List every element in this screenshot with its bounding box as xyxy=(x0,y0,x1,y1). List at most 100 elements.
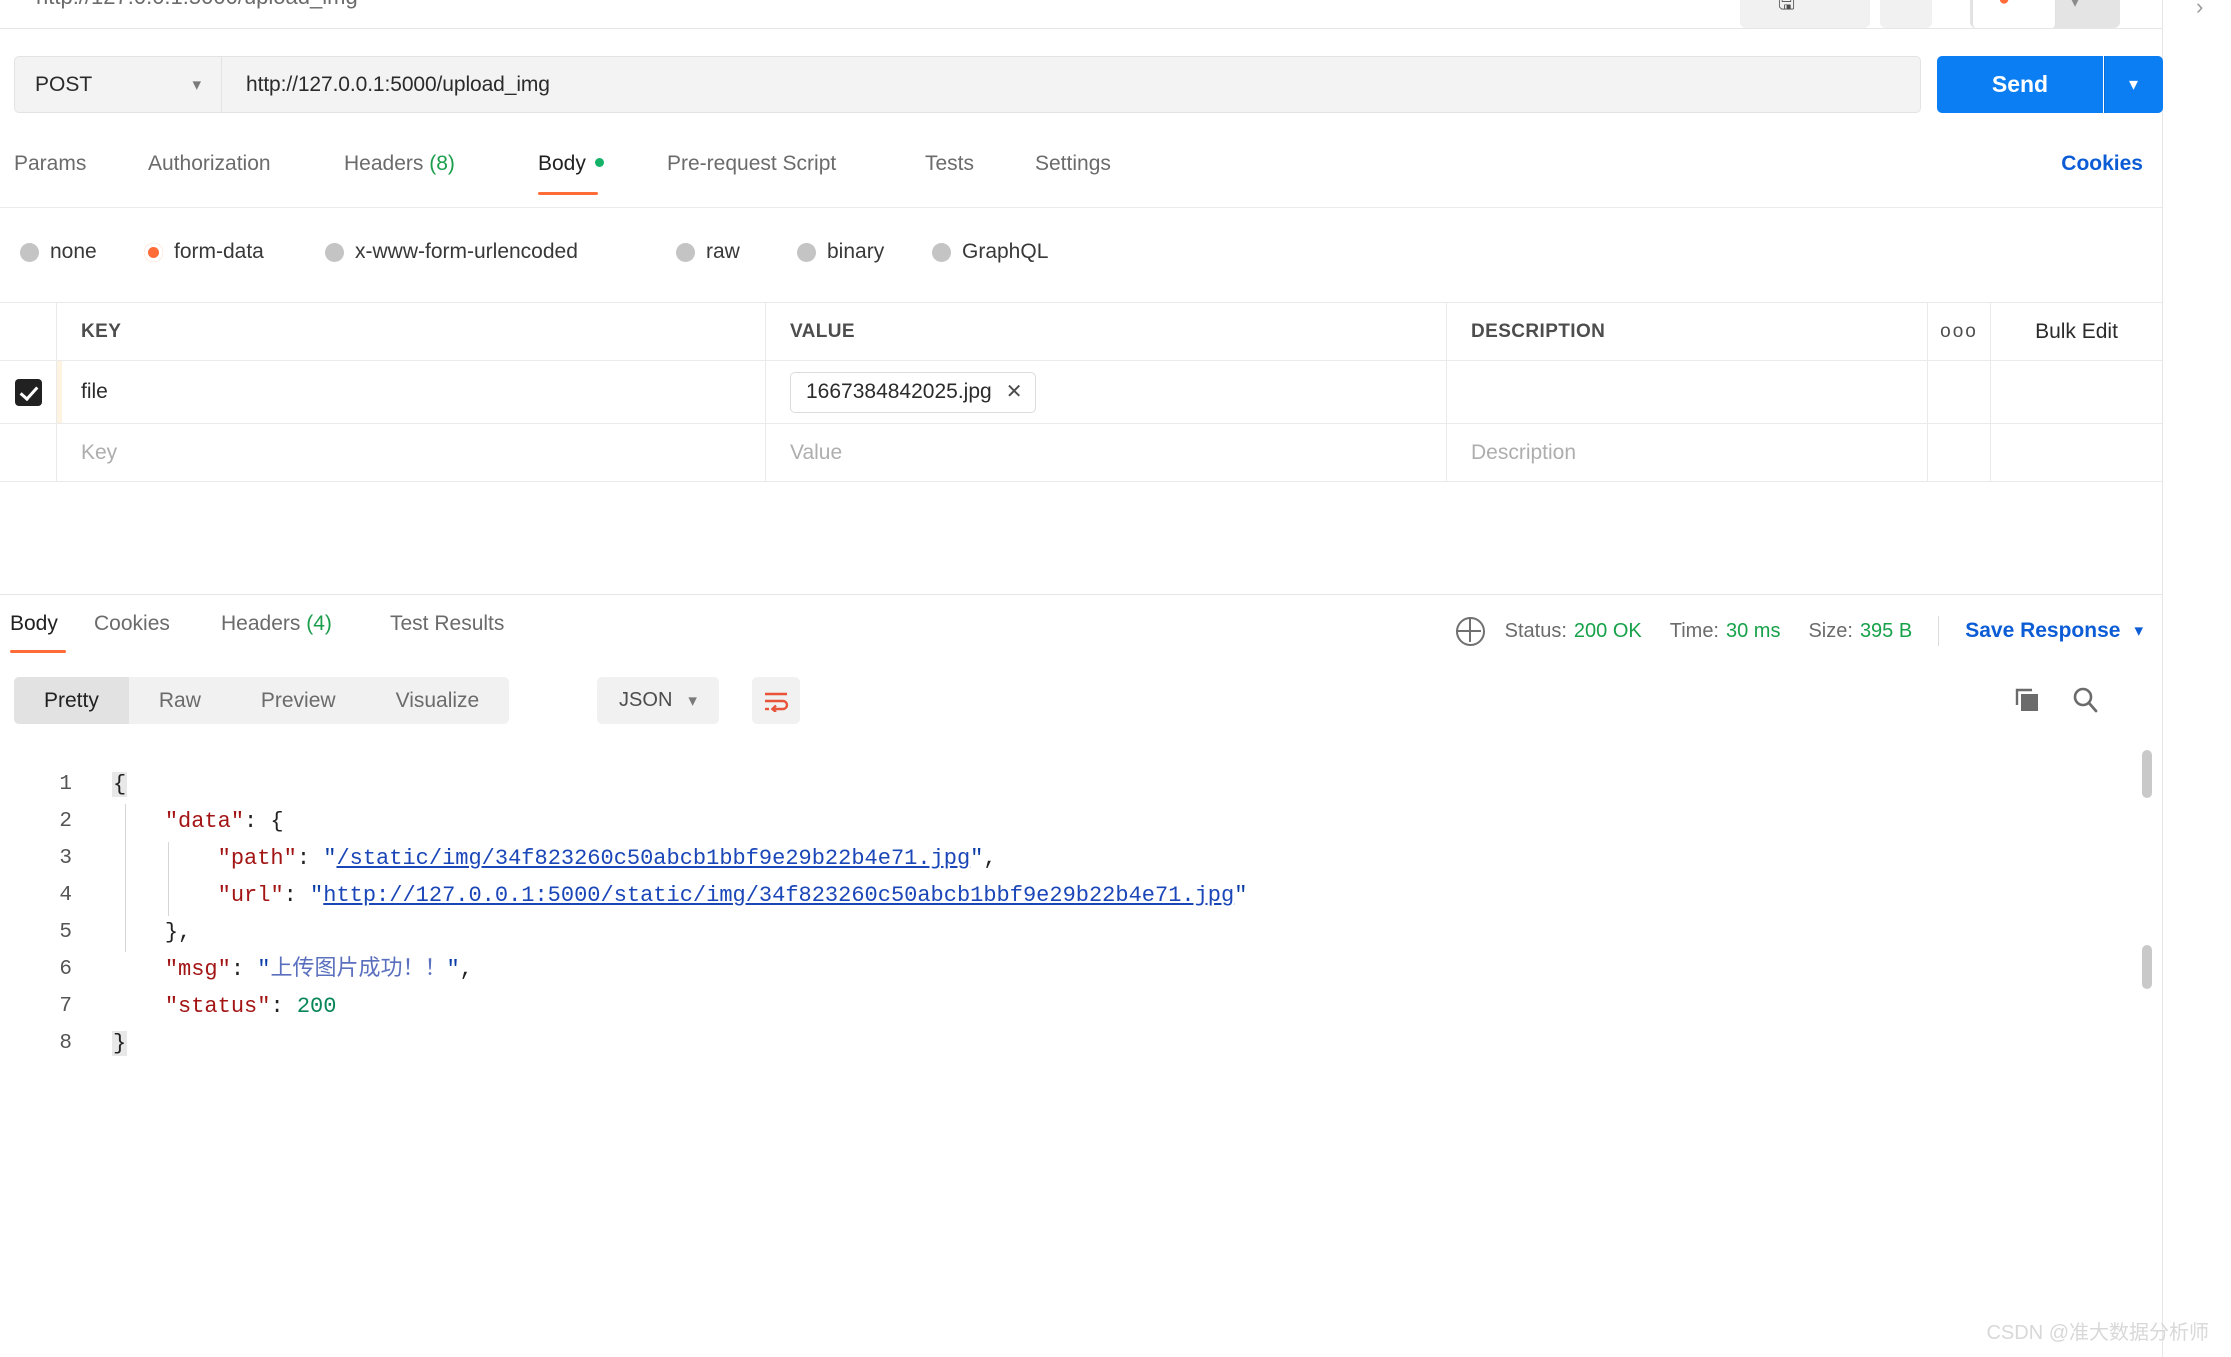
search-response-button[interactable] xyxy=(2070,685,2100,720)
response-format-label: JSON xyxy=(619,689,673,711)
window-top-strip: http://127.0.0.1:5000/upload_img 🖫 ● ▾ xyxy=(0,0,2162,29)
cookies-link[interactable]: Cookies xyxy=(2061,152,2143,176)
json-key-msg: "msg" xyxy=(164,957,231,982)
copy-response-button[interactable] xyxy=(2012,685,2042,720)
code-line-2: "data": { xyxy=(164,809,284,834)
radio-icon xyxy=(932,242,951,262)
new-value-placeholder: Value xyxy=(790,440,843,464)
radio-form-data[interactable]: form-data xyxy=(144,240,264,264)
http-method-label: POST xyxy=(35,72,93,96)
response-status-bar: Status: 200 OK Time: 30 ms Size: 395 B S… xyxy=(1455,616,2143,646)
row-description-input[interactable] xyxy=(1447,361,1928,423)
tab-params[interactable]: Params xyxy=(14,152,86,176)
response-body-viewer[interactable]: 1 2 3 4 5 6 7 8 { "data": { "path": "/st… xyxy=(0,750,2162,1357)
time-label: Time: xyxy=(1669,619,1719,642)
line-number: 7 xyxy=(59,995,72,1018)
json-close-brace[interactable]: } xyxy=(112,1031,128,1056)
new-description-placeholder: Description xyxy=(1471,440,1577,464)
send-button[interactable]: Send xyxy=(1937,56,2103,113)
table-options-button[interactable]: ooo xyxy=(1928,303,1991,360)
request-tabs-divider xyxy=(0,207,2162,208)
row-accent-bar xyxy=(57,361,62,423)
segment-preview[interactable]: Preview xyxy=(231,677,366,724)
request-url-bar: POST ▾ http://127.0.0.1:5000/upload_img … xyxy=(0,46,2163,122)
radio-binary[interactable]: binary xyxy=(797,240,884,264)
segment-visualize[interactable]: Visualize xyxy=(366,677,510,724)
json-open-brace[interactable]: { xyxy=(112,772,128,797)
radio-graphql[interactable]: GraphQL xyxy=(932,240,1048,264)
radio-raw[interactable]: raw xyxy=(676,240,740,264)
new-description-input[interactable]: Description xyxy=(1447,424,1928,481)
selected-file-chip[interactable]: 1667384842025.jpg ✕ xyxy=(790,371,1037,413)
code-line-7: "status": 200 xyxy=(164,994,337,1019)
radio-icon xyxy=(325,242,344,262)
response-tab-test-results[interactable]: Test Results xyxy=(390,612,504,636)
toolbar-chip-save[interactable] xyxy=(1740,0,1870,28)
code-line-4: "url": "http://127.0.0.1:5000/static/img… xyxy=(217,883,1248,908)
row-value-cell[interactable]: 1667384842025.jpg ✕ xyxy=(766,361,1447,423)
tab-tests[interactable]: Tests xyxy=(925,152,974,176)
json-value-path[interactable]: /static/img/34f823260c50abcb1bbf9e29b22b… xyxy=(336,846,970,871)
json-value-msg: 上传图片成功！！ xyxy=(270,957,447,982)
line-number-gutter: 1 2 3 4 5 6 7 8 xyxy=(0,760,88,1357)
json-code-lines: { "data": { "path": "/static/img/34f8232… xyxy=(112,766,2102,1062)
header-value-cell: VALUE xyxy=(766,303,1447,360)
toolbar-chip-extra[interactable] xyxy=(1880,0,1932,28)
tab-body[interactable]: Body xyxy=(538,152,604,176)
new-key-placeholder: Key xyxy=(81,440,118,464)
row-bulk-cell xyxy=(1991,361,2162,423)
send-options-button[interactable]: ▾ xyxy=(2104,56,2163,113)
json-key-url: "url" xyxy=(217,883,284,908)
code-line-8: } xyxy=(112,1025,2102,1062)
request-url-input[interactable]: http://127.0.0.1:5000/upload_img xyxy=(221,56,1921,113)
header-description-cell: DESCRIPTION xyxy=(1447,303,1928,360)
radio-urlencoded-label: x-www-form-urlencoded xyxy=(355,240,578,263)
chevron-down-icon[interactable]: ▾ xyxy=(2070,0,2080,13)
radio-x-www-form-urlencoded[interactable]: x-www-form-urlencoded xyxy=(325,240,578,264)
new-value-input[interactable]: Value xyxy=(766,424,1447,481)
response-tab-body[interactable]: Body xyxy=(10,612,58,636)
json-value-url[interactable]: http://127.0.0.1:5000/static/img/34f8232… xyxy=(323,883,1234,908)
placeholder-options-cell xyxy=(1928,424,1991,481)
tab-pre-request-script[interactable]: Pre-request Script xyxy=(667,152,836,176)
tab-authorization[interactable]: Authorization xyxy=(148,152,271,176)
chevron-down-icon[interactable]: ▾ xyxy=(2134,621,2143,641)
tab-settings[interactable]: Settings xyxy=(1035,152,1111,176)
response-tab-cookies[interactable]: Cookies xyxy=(94,612,170,636)
code-scrollbar-track[interactable] xyxy=(2142,760,2152,1357)
toolbar-chip-active[interactable] xyxy=(1972,0,2056,28)
radio-raw-label: raw xyxy=(706,240,740,263)
http-method-select[interactable]: POST ▾ xyxy=(14,56,221,113)
word-wrap-button[interactable] xyxy=(752,677,800,724)
response-tab-headers[interactable]: Headers (4) xyxy=(221,612,332,636)
segment-pretty[interactable]: Pretty xyxy=(14,677,129,724)
radio-graphql-label: GraphQL xyxy=(962,240,1049,263)
table-row-placeholder: Key Value Description xyxy=(0,424,2162,482)
request-response-divider[interactable] xyxy=(0,594,2162,595)
close-icon[interactable]: ✕ xyxy=(1006,382,1023,402)
row-enabled-checkbox[interactable] xyxy=(14,378,42,406)
new-key-input[interactable]: Key xyxy=(57,424,766,481)
bulk-edit-button[interactable]: Bulk Edit xyxy=(1991,303,2162,360)
postman-logo-icon[interactable]: ● xyxy=(1998,0,2010,11)
segment-raw[interactable]: Raw xyxy=(129,677,231,724)
body-modified-dot-icon xyxy=(594,158,604,167)
tab-headers[interactable]: Headers (8) xyxy=(344,152,455,176)
radio-none[interactable]: none xyxy=(20,240,97,264)
radio-icon-selected xyxy=(144,242,163,262)
word-wrap-icon xyxy=(765,692,789,712)
size-value: 395 B xyxy=(1859,619,1913,642)
code-scrollbar-thumb[interactable] xyxy=(2142,945,2152,989)
save-response-button[interactable]: Save Response xyxy=(1965,619,2120,643)
save-icon[interactable]: 🖫 xyxy=(1778,0,1795,22)
code-line-3: "path": "/static/img/34f823260c50abcb1bb… xyxy=(217,846,997,871)
line-number: 8 xyxy=(59,1032,72,1055)
right-sidebar-toggle-icon[interactable]: › xyxy=(2196,0,2203,20)
code-scrollbar-thumb-top[interactable] xyxy=(2142,750,2152,798)
size-label: Size: xyxy=(1808,619,1853,642)
response-format-select[interactable]: JSON ▾ xyxy=(597,677,719,724)
bulk-edit-label: Bulk Edit xyxy=(2035,319,2118,343)
right-panel-divider xyxy=(2162,0,2163,1357)
row-key-input[interactable]: file xyxy=(57,361,766,423)
radio-icon xyxy=(797,242,816,262)
